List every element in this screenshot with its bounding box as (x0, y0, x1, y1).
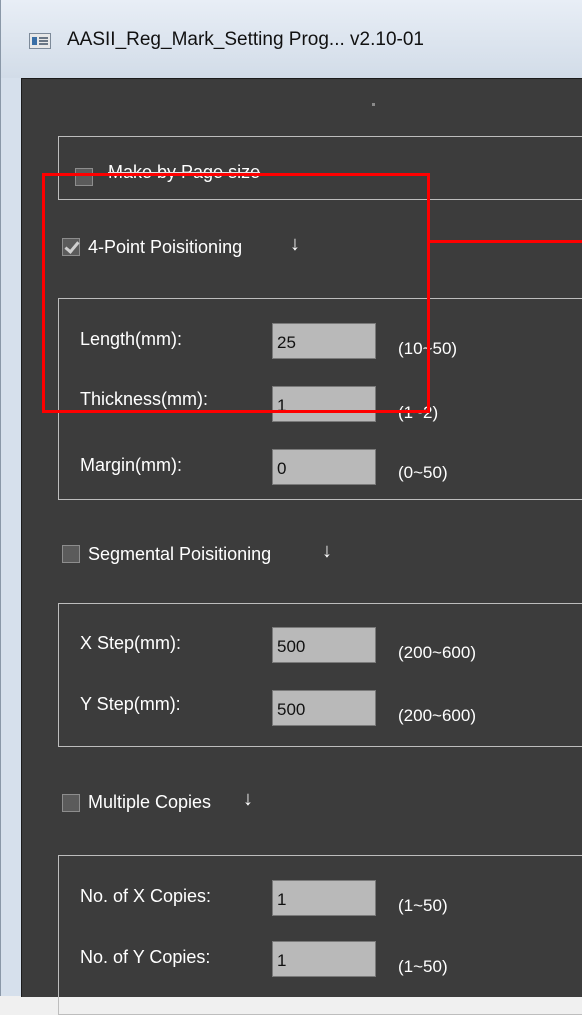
margin-input[interactable] (272, 449, 376, 485)
x-step-input[interactable] (272, 627, 376, 663)
separator-dot (372, 103, 375, 106)
x-step-label: X Step(mm): (80, 633, 182, 653)
segmental-label[interactable]: Segmental Poisitioning (88, 544, 271, 565)
window-title: AASII_Reg_Mark_Setting Prog... v2.10-01 (67, 29, 424, 50)
y-step-label: Y Step(mm): (80, 694, 181, 714)
y-step-range: (200~600) (398, 706, 476, 725)
x-copies-range: (1~50) (398, 896, 448, 915)
multiple-copies-checkbox[interactable] (62, 794, 80, 812)
highlight-box (42, 173, 430, 413)
segmental-checkbox[interactable] (62, 545, 80, 563)
y-copies-range: (1~50) (398, 957, 448, 976)
multiple-copies-group (58, 855, 582, 1015)
x-step-range: (200~600) (398, 643, 476, 662)
highlight-pointer-line (428, 240, 582, 243)
x-copies-label: No. of X Copies: (80, 886, 212, 906)
margin-label: Margin(mm): (80, 455, 182, 475)
multiple-copies-expand-icon[interactable]: ↓ (243, 788, 253, 811)
margin-range: (0~50) (398, 463, 448, 482)
y-copies-label: No. of Y Copies: (80, 947, 211, 967)
x-copies-input[interactable] (272, 880, 376, 916)
title-bar[interactable]: AASII_Reg_Mark_Setting Prog... v2.10-01 (1, 0, 582, 78)
y-step-input[interactable] (272, 690, 376, 726)
app-window-icon[interactable] (29, 33, 51, 49)
y-copies-input[interactable] (272, 941, 376, 977)
segmental-expand-icon[interactable]: ↓ (322, 540, 332, 563)
multiple-copies-label[interactable]: Multiple Copies (88, 792, 211, 813)
